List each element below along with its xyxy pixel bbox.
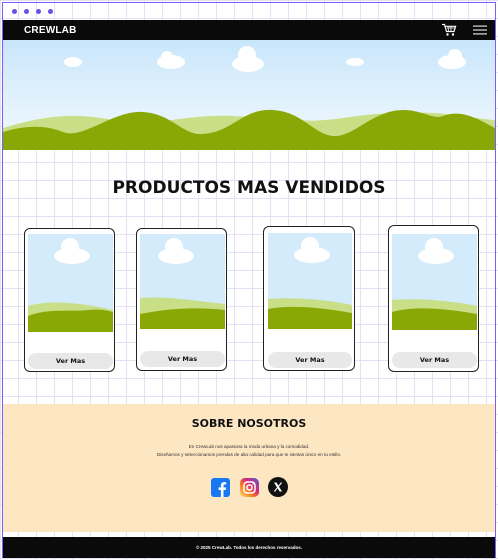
window-dot bbox=[48, 9, 53, 14]
navbar-actions bbox=[441, 23, 487, 37]
section-title: PRODUCTOS MAS VENDIDOS bbox=[112, 178, 386, 198]
social-links bbox=[3, 477, 495, 497]
about-line-1: En CrewLab nos apasiona la moda urbana y… bbox=[188, 444, 310, 449]
brand-logo[interactable]: CREWLAB bbox=[24, 25, 77, 36]
ver-mas-button[interactable]: Ver Mas bbox=[140, 351, 225, 367]
product-image bbox=[268, 233, 352, 329]
product-image bbox=[392, 234, 477, 330]
footer-copyright: © 2025 CrewLab. Todos los derechos reser… bbox=[195, 545, 303, 550]
window-dots bbox=[12, 9, 53, 14]
product-image bbox=[28, 234, 113, 332]
footer: © 2025 CrewLab. Todos los derechos reser… bbox=[3, 537, 495, 558]
hero-landscape-image bbox=[3, 40, 495, 150]
window-dot bbox=[36, 9, 41, 14]
window-dot bbox=[12, 9, 17, 14]
product-card[interactable]: Ver Mas bbox=[388, 225, 479, 372]
instagram-icon[interactable] bbox=[239, 477, 259, 497]
product-image bbox=[140, 234, 225, 329]
ver-mas-button[interactable]: Ver Mas bbox=[268, 352, 352, 368]
product-card[interactable]: Ver Mas bbox=[24, 228, 115, 372]
x-icon[interactable] bbox=[268, 477, 288, 497]
product-card[interactable]: Ver Mas bbox=[136, 228, 227, 371]
shopping-cart-icon[interactable] bbox=[441, 23, 457, 37]
about-section: SOBRE NOSOTROS En CrewLab nos apasiona l… bbox=[3, 404, 495, 532]
window-dot bbox=[24, 9, 29, 14]
navbar: CREWLAB bbox=[3, 20, 495, 40]
about-line-2: Diseñamos y seleccionamos prendas de alt… bbox=[156, 452, 342, 457]
product-card[interactable]: Ver Mas bbox=[263, 226, 355, 371]
about-title: SOBRE NOSOTROS bbox=[191, 417, 307, 430]
ver-mas-button[interactable]: Ver Mas bbox=[28, 353, 113, 369]
hero-banner bbox=[3, 40, 495, 150]
ver-mas-button[interactable]: Ver Mas bbox=[392, 352, 477, 368]
about-description: En CrewLab nos apasiona la moda urbana y… bbox=[3, 443, 495, 459]
hamburger-menu-icon[interactable] bbox=[473, 25, 487, 35]
facebook-icon[interactable] bbox=[210, 477, 230, 497]
